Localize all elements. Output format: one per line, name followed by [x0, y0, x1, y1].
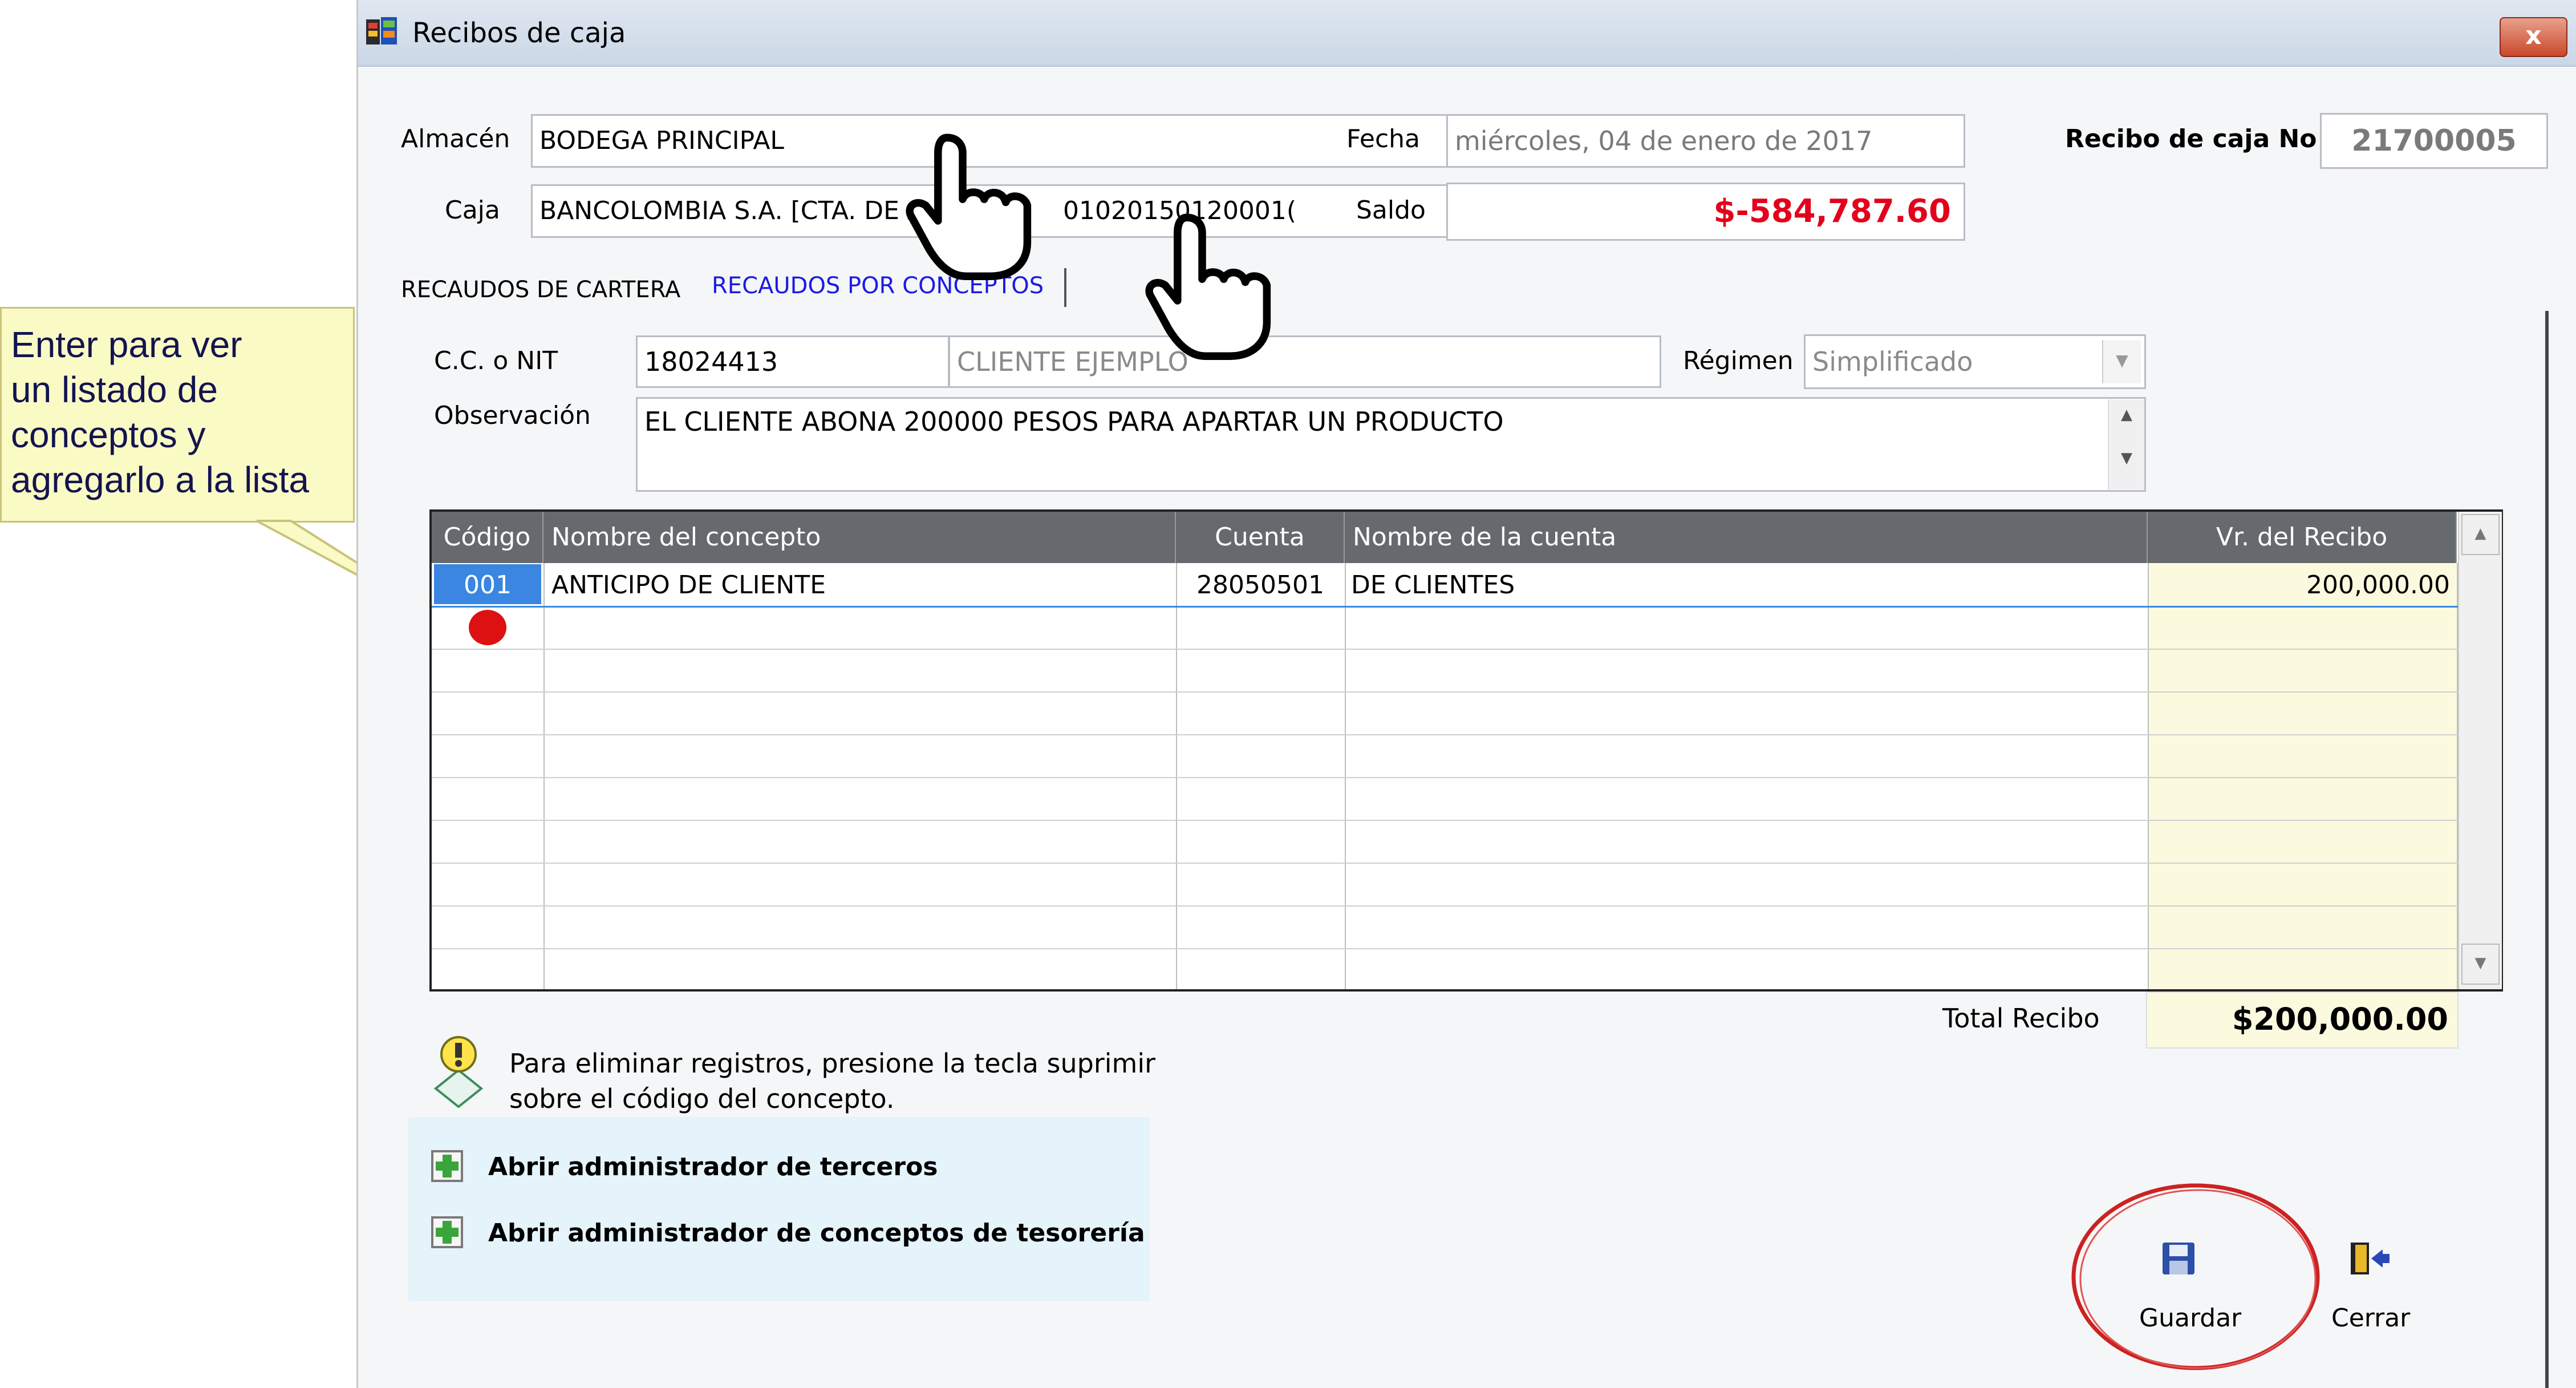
caja-label: Caja — [445, 196, 500, 225]
almacen-label: Almacén — [401, 124, 510, 153]
fecha-value: miércoles, 04 de enero de 2017 — [1455, 126, 1873, 156]
tab-divider — [1064, 268, 1066, 307]
recibo-number-field: 21700005 — [2320, 113, 2548, 169]
cerrar-button[interactable]: Cerrar — [2331, 1238, 2440, 1341]
receipt-window: Recibos de caja x Almacén BODEGA PRINCIP… — [356, 0, 2576, 1388]
ccnit-value: 18024413 — [644, 346, 778, 377]
col-header-cuenta[interactable]: Cuenta — [1176, 512, 1345, 563]
regimen-dropdown-button[interactable]: ▼ — [2102, 340, 2141, 383]
cerrar-label: Cerrar — [2331, 1304, 2411, 1333]
hint-text: Para eliminar registros, presione la tec… — [509, 1046, 1155, 1116]
tooltip-line-3: conceptos y — [11, 414, 206, 455]
close-button[interactable]: x — [2500, 17, 2567, 57]
cell-concepto[interactable]: ANTICIPO DE CLIENTE — [551, 564, 826, 606]
col-divider — [543, 563, 545, 989]
col-divider — [2148, 563, 2149, 989]
tooltip-line-2: un listado de — [11, 369, 218, 410]
row-divider — [432, 734, 2462, 735]
total-label: Total Recibo — [1942, 1003, 2100, 1034]
open-conceptos-label[interactable]: Abrir administrador de conceptos de teso… — [488, 1219, 1145, 1248]
scroll-down-icon[interactable]: ▼ — [2461, 944, 2500, 985]
total-value: $200,000.00 — [2232, 1001, 2448, 1037]
window-right-border — [2545, 311, 2549, 1388]
hand-pointer-icon — [906, 133, 1032, 280]
regimen-select[interactable]: Simplificado — [1804, 334, 2146, 389]
saldo-value: $-584,787.60 — [1713, 193, 1951, 230]
col-header-codigo[interactable]: Código — [432, 512, 543, 563]
saldo-label: Saldo — [1356, 196, 1426, 225]
recibo-label: Recibo de caja No — [2065, 124, 2317, 153]
help-tooltip: Enter para ver un listado de conceptos y… — [0, 307, 355, 523]
recibo-number: 21700005 — [2351, 124, 2517, 158]
window-title: Recibos de caja — [412, 17, 626, 49]
chevron-down-icon: ▼ — [2116, 351, 2128, 370]
add-icon — [431, 1150, 463, 1182]
open-terceros-label[interactable]: Abrir administrador de terceros — [488, 1152, 938, 1181]
cliente-field[interactable]: CLIENTE EJEMPLO — [948, 335, 1661, 388]
exit-door-icon — [2351, 1243, 2390, 1274]
col-divider — [1345, 563, 1346, 989]
caja-value: BANCOLOMBIA S.A. [CTA. DE A — [539, 196, 924, 225]
add-icon — [431, 1216, 463, 1248]
title-bar: Recibos de caja x — [358, 0, 2576, 67]
fecha-label: Fecha — [1346, 124, 1421, 153]
cell-nombre-cuenta[interactable]: DE CLIENTES — [1351, 564, 1515, 606]
row-divider — [432, 820, 2462, 821]
ccnit-field[interactable]: 18024413 — [636, 335, 950, 388]
grid-scrollbar[interactable]: ▲ ▼ — [2458, 512, 2502, 989]
table-row[interactable]: 001 ANTICIPO DE CLIENTE 28050501 DE CLIE… — [432, 564, 2460, 606]
ccnit-label: C.C. o NIT — [434, 346, 558, 375]
col-header-valor[interactable]: Vr. del Recibo — [2148, 512, 2457, 563]
app-icon — [366, 17, 397, 44]
concepts-grid: Código Nombre del concepto Cuenta Nombre… — [429, 509, 2503, 992]
tooltip-line-1: Enter para ver — [11, 324, 242, 365]
hand-pointer-icon — [1145, 213, 1271, 360]
amount-column-bg — [2148, 563, 2457, 989]
links-panel: Abrir administrador de terceros Abrir ad… — [408, 1117, 1150, 1301]
row-divider — [432, 905, 2462, 907]
fecha-field[interactable]: miércoles, 04 de enero de 2017 — [1446, 114, 1965, 168]
close-icon: x — [2525, 21, 2542, 50]
cell-codigo[interactable]: 001 — [434, 564, 541, 604]
lightbulb-hint-icon — [433, 1036, 484, 1108]
total-value-box: $200,000.00 — [2146, 992, 2459, 1049]
cell-valor[interactable]: 200,000.00 — [2148, 564, 2450, 606]
observacion-value: EL CLIENTE ABONA 200000 PESOS PARA APART… — [644, 406, 1504, 437]
regimen-value: Simplificado — [1812, 346, 1973, 377]
observacion-textarea[interactable]: EL CLIENTE ABONA 200000 PESOS PARA APART… — [636, 397, 2146, 492]
cell-cuenta[interactable]: 28050501 — [1176, 564, 1345, 606]
observacion-scrollbar[interactable]: ▲ ▼ — [2108, 399, 2144, 489]
scroll-down-icon: ▼ — [2121, 450, 2132, 467]
almacen-value: BODEGA PRINCIPAL — [539, 126, 784, 155]
col-divider — [1176, 563, 1177, 989]
row-divider — [432, 691, 2462, 693]
scroll-up-icon[interactable]: ▲ — [2461, 514, 2500, 555]
col-header-nombre-cuenta[interactable]: Nombre de la cuenta — [1345, 512, 2148, 563]
row-divider — [432, 948, 2462, 949]
row-divider — [432, 863, 2462, 864]
col-header-concepto[interactable]: Nombre del concepto — [543, 512, 1176, 563]
observacion-label: Observación — [434, 401, 591, 430]
annotation-circle — [2071, 1183, 2320, 1370]
hint-line-2: sobre el código del concepto. — [509, 1083, 895, 1114]
saldo-field: $-584,787.60 — [1446, 183, 1965, 241]
row-divider — [432, 649, 2462, 650]
marker-dot — [469, 610, 506, 645]
tab-recaudos-cartera[interactable]: RECAUDOS DE CARTERA — [401, 277, 680, 303]
hint-line-1: Para eliminar registros, presione la tec… — [509, 1048, 1156, 1079]
row-divider — [432, 777, 2462, 778]
scroll-up-icon: ▲ — [2121, 406, 2132, 423]
regimen-label: Régimen — [1683, 346, 1794, 375]
tooltip-line-4: agregarlo a la lista — [11, 459, 309, 500]
